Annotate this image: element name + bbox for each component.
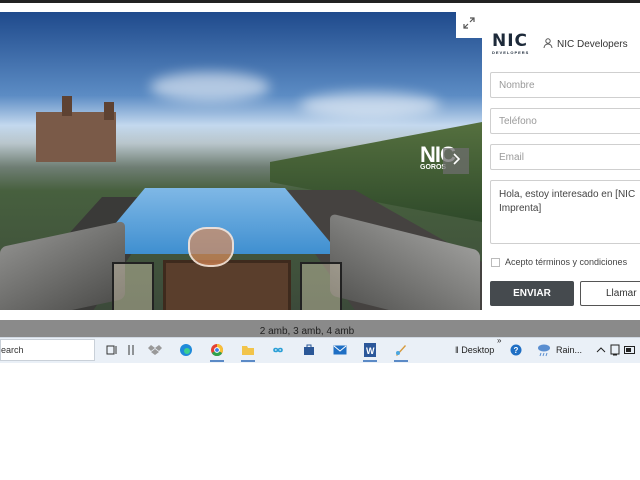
cloud	[150, 72, 270, 102]
lantern	[112, 262, 154, 310]
mail-icon[interactable]	[331, 341, 349, 359]
widgets-icon[interactable]	[122, 341, 140, 359]
send-button[interactable]: ENVIAR	[490, 281, 574, 306]
terms-row[interactable]: Acepto términos y condiciones	[491, 257, 627, 267]
next-image-button[interactable]	[443, 148, 469, 174]
chevron-right-icon	[451, 152, 461, 170]
church-spire	[62, 96, 72, 116]
desktop-label: Desktop	[461, 345, 495, 355]
dropbox-icon[interactable]	[146, 341, 164, 359]
lantern	[300, 262, 342, 310]
phone-field[interactable]	[490, 108, 640, 134]
developer-link-label: NIC Developers	[557, 39, 628, 50]
email-input[interactable]	[491, 145, 640, 169]
rooms-text: 2 amb, 3 amb, 4 amb	[259, 326, 355, 337]
name-field[interactable]	[490, 72, 640, 98]
task-view-icon[interactable]	[103, 341, 121, 359]
email-field[interactable]	[490, 144, 640, 170]
battery-icon[interactable]	[621, 341, 639, 359]
taskbar-search[interactable]: earch	[0, 339, 95, 361]
search-text: earch	[1, 345, 24, 355]
word-icon[interactable]: W	[361, 341, 379, 362]
chevron-expand-icon[interactable]: »	[497, 336, 501, 345]
infinity-app-icon[interactable]	[269, 341, 287, 359]
svg-text:W: W	[366, 346, 375, 356]
logo-text: NIC	[492, 31, 529, 51]
edge-icon[interactable]	[177, 341, 195, 359]
user-icon	[543, 38, 553, 51]
paint-icon[interactable]	[392, 341, 410, 362]
lounger-left	[0, 220, 125, 310]
developer-link[interactable]: NIC Developers	[543, 38, 628, 51]
name-input[interactable]	[491, 73, 640, 97]
message-field[interactable]: Hola, estoy interesado en [NIC Imprenta]	[490, 180, 640, 244]
terms-label: Acepto términos y condiciones	[505, 257, 628, 267]
message-textarea[interactable]: Hola, estoy interesado en [NIC Imprenta]	[491, 181, 640, 243]
logo-subtext: DEVELOPERS	[492, 50, 530, 55]
wood-table	[163, 260, 291, 310]
chrome-icon[interactable]	[208, 341, 226, 362]
church-spire	[104, 102, 114, 120]
svg-text:?: ?	[514, 346, 519, 355]
desktop-toolbar[interactable]: ‖ Desktop	[455, 345, 494, 355]
property-hero-image[interactable]: NIC GOROS	[0, 12, 482, 310]
cloud	[300, 92, 440, 118]
weather-label[interactable]: Rain...	[556, 345, 582, 355]
file-explorer-icon[interactable]	[239, 341, 257, 362]
top-bar	[0, 0, 640, 3]
weather-rain-icon[interactable]	[535, 341, 553, 359]
call-button[interactable]: Llamar	[580, 281, 640, 306]
terms-checkbox[interactable]	[491, 257, 500, 267]
pitcher	[188, 227, 234, 267]
phone-input[interactable]	[491, 109, 640, 133]
brand-logo[interactable]: NIC DEVELOPERS	[492, 31, 536, 56]
store-icon[interactable]	[300, 341, 318, 359]
help-icon[interactable]: ?	[507, 341, 525, 359]
expand-icon	[463, 16, 475, 34]
expand-button[interactable]	[456, 12, 482, 38]
